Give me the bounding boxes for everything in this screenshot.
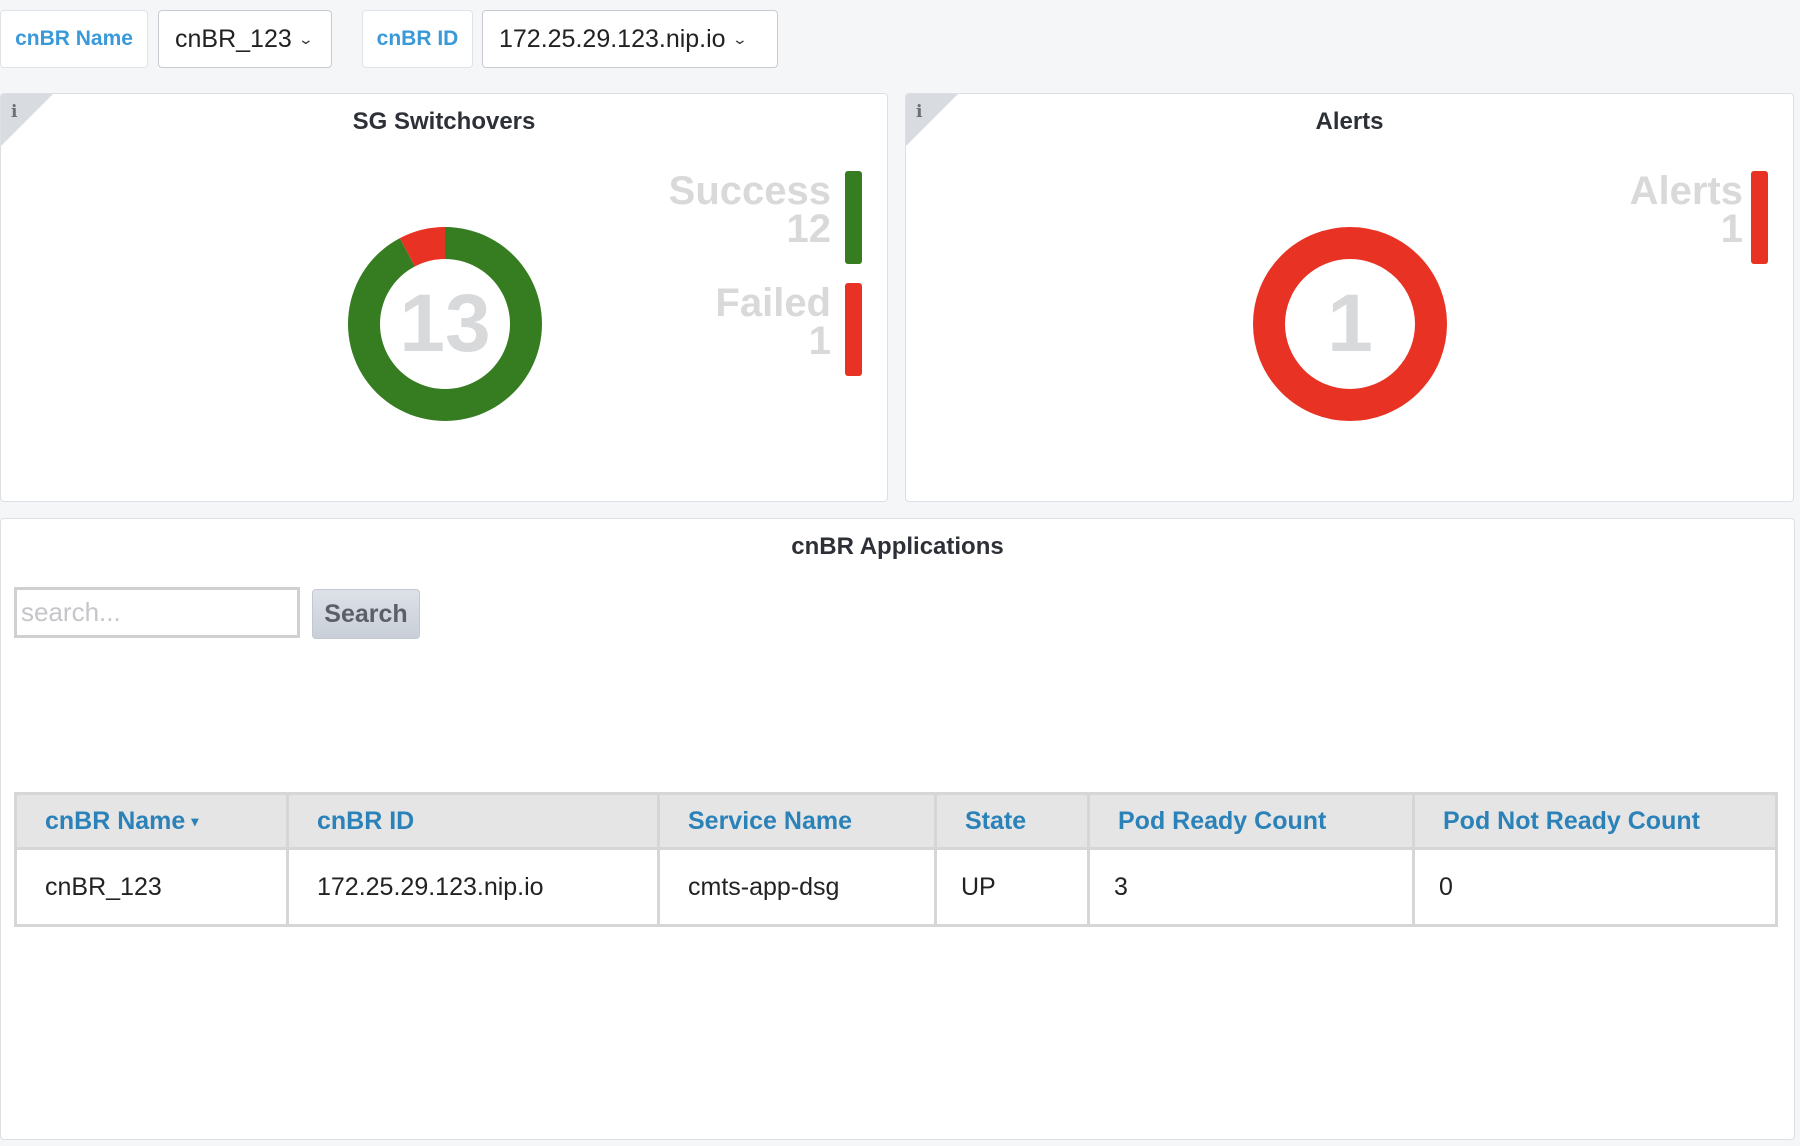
cell-pod-ready-count: 3 [1087, 847, 1415, 927]
donut-total-label: 13 [399, 278, 491, 369]
cell-cnbr-id: 172.25.29.123.nip.io [286, 847, 660, 927]
cell-state: UP [934, 847, 1090, 927]
sort-desc-icon: ▾ [191, 813, 199, 830]
donut-total-label: 1 [1327, 278, 1373, 369]
legend-label: Alerts [1629, 169, 1743, 213]
cell-pod-not-ready-count: 0 [1412, 847, 1778, 927]
cnbr-id-value: 172.25.29.123.nip.io [499, 24, 726, 53]
legend-bar-success [845, 171, 862, 264]
legend-value: 12 [786, 207, 832, 251]
column-header-cnbr-id[interactable]: cnBR ID [286, 792, 660, 850]
legend-bar-failed [845, 283, 862, 376]
cnbr-name-dropdown[interactable]: cnBR_123 ⌄ [158, 10, 332, 68]
legend-item-alerts: Alerts 1 [1629, 169, 1743, 251]
cnbr-id-dropdown[interactable]: 172.25.29.123.nip.io ⌄ [482, 10, 778, 68]
legend-value: 1 [1720, 207, 1743, 251]
chevron-down-icon: ⌄ [731, 30, 748, 47]
cell-service-name: cmts-app-dsg [657, 847, 937, 927]
chevron-down-icon: ⌄ [297, 30, 314, 47]
cnbr-name-value: cnBR_123 [175, 24, 292, 53]
variable-label-cnbr-id: cnBR ID [362, 10, 473, 68]
column-header-service-name[interactable]: Service Name [657, 792, 937, 850]
search-button[interactable]: Search [312, 589, 420, 639]
legend-bar-alerts [1751, 171, 1768, 264]
sg-switchovers-panel: i SG Switchovers 13 Success 12 Failed 1 [0, 93, 888, 502]
legend-item-success: Success 12 [668, 169, 832, 251]
legend-item-failed: Failed 1 [715, 281, 831, 363]
column-header-state[interactable]: State [934, 792, 1090, 850]
applications-table: cnBR Name ▾ cnBR ID Service Name State Po… [14, 792, 1778, 927]
cell-cnbr-name: cnBR_123 [14, 847, 289, 927]
legend-label: Success [668, 169, 831, 213]
search-input[interactable] [14, 587, 300, 638]
table-header-row: cnBR Name ▾ cnBR ID Service Name State Po… [14, 792, 1778, 850]
alerts-panel: i Alerts 1 Alerts 1 [905, 93, 1794, 502]
legend-value: 1 [808, 319, 831, 363]
table-row: cnBR_123 172.25.29.123.nip.io cmts-app-d… [14, 847, 1778, 927]
column-header-pod-not-ready-count[interactable]: Pod Not Ready Count [1412, 792, 1778, 850]
legend-label: Failed [715, 281, 831, 325]
column-header-cnbr-name[interactable]: cnBR Name ▾ [14, 792, 289, 850]
variable-label-cnbr-name: cnBR Name [0, 10, 148, 68]
panel-title: cnBR Applications [791, 533, 1004, 560]
column-header-pod-ready-count[interactable]: Pod Ready Count [1087, 792, 1415, 850]
